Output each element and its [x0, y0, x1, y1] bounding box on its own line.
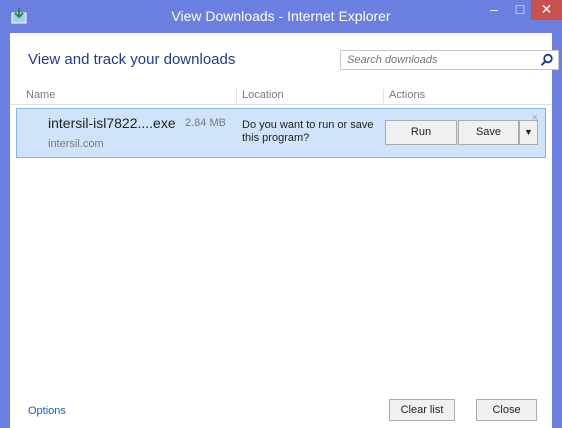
search-icon[interactable]: [540, 53, 554, 67]
search-input[interactable]: [341, 51, 537, 69]
title-bar[interactable]: View Downloads - Internet Explorer – □ ✕: [0, 0, 562, 33]
column-header-name[interactable]: Name: [26, 89, 55, 101]
window-close-button[interactable]: ✕: [531, 0, 562, 20]
search-box[interactable]: [340, 50, 559, 70]
close-button[interactable]: Close: [476, 399, 537, 421]
download-prompt: Do you want to run or save this program?: [242, 119, 374, 144]
file-size: 2.84 MB: [185, 117, 226, 129]
column-header-location[interactable]: Location: [242, 89, 284, 101]
dialog-body: View and track your downloads Name Locat…: [10, 33, 559, 428]
maximize-button[interactable]: □: [507, 0, 533, 20]
page-title: View and track your downloads: [28, 51, 236, 68]
ie-downloads-window: View Downloads - Internet Explorer – □ ✕…: [0, 0, 562, 428]
column-header-actions: Actions: [389, 89, 426, 101]
window-title: View Downloads - Internet Explorer: [171, 8, 391, 24]
clear-list-button[interactable]: Clear list: [389, 399, 455, 421]
chevron-down-icon: ▼: [524, 127, 533, 137]
save-button[interactable]: Save: [458, 120, 519, 145]
column-divider: [383, 89, 384, 103]
file-name: intersil-isl7822....exe: [48, 115, 176, 131]
run-button[interactable]: Run: [385, 120, 457, 145]
download-row[interactable]: intersil-isl7822....exe 2.84 MB intersil…: [16, 108, 546, 158]
dismiss-download-icon[interactable]: ×: [532, 112, 538, 124]
file-domain: intersil.com: [48, 138, 104, 150]
options-link[interactable]: Options: [28, 405, 66, 417]
column-divider: [236, 89, 237, 103]
minimize-button[interactable]: –: [481, 0, 507, 20]
column-headers: Name Location Actions: [10, 87, 552, 105]
dialog-footer: Options Clear list Close: [10, 393, 552, 428]
